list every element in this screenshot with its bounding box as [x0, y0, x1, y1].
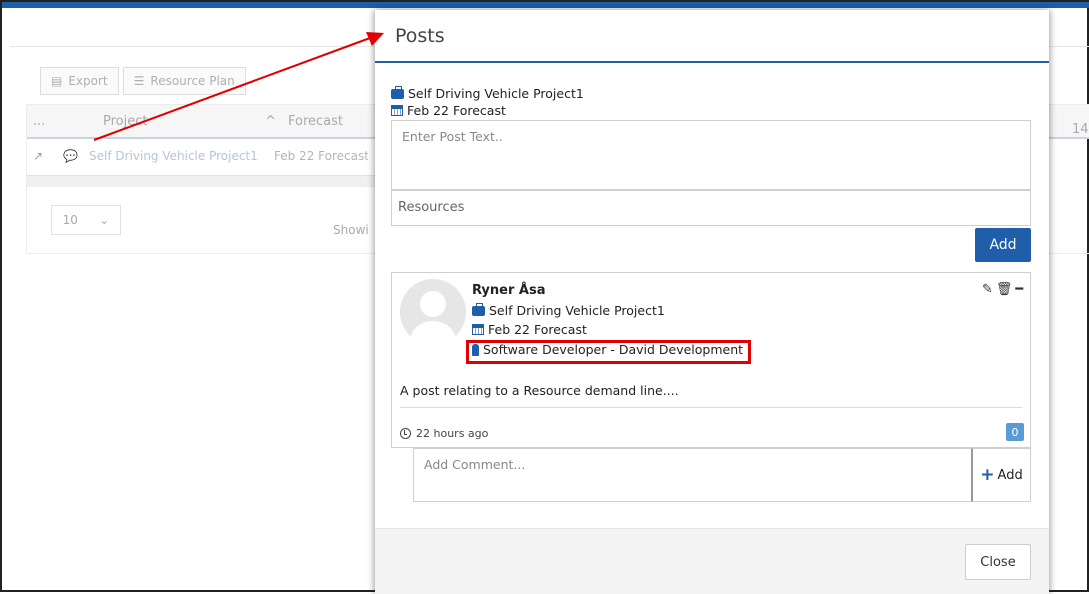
clock-icon	[400, 428, 411, 439]
comments-icon[interactable]: 💬	[57, 149, 83, 163]
post-author: Ryner Åsa	[472, 283, 546, 298]
collapse-icon[interactable]: ━	[1015, 282, 1023, 297]
post-project: Self Driving Vehicle Project1	[472, 302, 665, 318]
row-project[interactable]: Self Driving Vehicle Project1	[83, 149, 268, 163]
resources-input[interactable]: Resources	[391, 190, 1031, 226]
post-project-label: Self Driving Vehicle Project1	[489, 303, 665, 318]
add-post-button[interactable]: Add	[975, 228, 1031, 262]
comment-count-badge[interactable]: 0	[1006, 423, 1024, 441]
briefcase-icon	[391, 85, 404, 99]
calendar-icon	[391, 105, 403, 116]
context-forecast-label: Feb 22 Forecast	[407, 103, 506, 118]
post-time: 22 hours ago	[416, 427, 489, 440]
column-project-label: Project	[103, 113, 148, 129]
grid-toolbar: ▤ Export ☰ Resource Plan	[40, 67, 246, 95]
post-timestamp: 22 hours ago	[400, 427, 488, 440]
sliders-icon: ☰	[133, 74, 145, 88]
post-forecast: Feb 22 Forecast	[472, 322, 587, 337]
post-forecast-label: Feb 22 Forecast	[488, 322, 587, 337]
calendar-icon	[472, 324, 484, 335]
column-header-forecast[interactable]: Forecast	[282, 114, 382, 129]
column-header-project[interactable]: Project ^	[97, 114, 282, 129]
resource-plan-button[interactable]: ☰ Resource Plan	[122, 67, 246, 95]
briefcase-icon	[472, 302, 485, 316]
export-button[interactable]: ▤ Export	[40, 67, 119, 95]
context-project: Self Driving Vehicle Project1	[391, 85, 584, 101]
modal-footer	[375, 528, 1049, 594]
modal-title: Posts	[375, 10, 1049, 63]
post-tools: ✎ 🗑 ━	[982, 282, 1023, 297]
plus-icon: +	[980, 465, 995, 485]
highlight-box	[466, 340, 751, 364]
comment-input[interactable]: Add Comment...	[413, 448, 973, 502]
sort-up-icon: ^	[265, 113, 276, 129]
context-forecast: Feb 22 Forecast	[391, 103, 506, 118]
close-button[interactable]: Close	[965, 544, 1031, 580]
page-size-select[interactable]: 10 ⌄	[51, 205, 121, 235]
row-forecast: Feb 22 Forecast	[274, 149, 368, 163]
post-card: Ryner Åsa Self Driving Vehicle Project1 …	[391, 272, 1031, 448]
add-comment-label: Add	[997, 467, 1023, 483]
post-text-input[interactable]: Enter Post Text..	[391, 120, 1031, 190]
resource-plan-label: Resource Plan	[150, 74, 235, 88]
add-comment-button[interactable]: + Add	[971, 448, 1031, 502]
edit-icon[interactable]: ✎	[982, 282, 993, 297]
context-project-label: Self Driving Vehicle Project1	[408, 86, 584, 101]
horizontal-scrollbar[interactable]	[27, 175, 387, 187]
avatar	[400, 279, 466, 345]
top-accent-bar	[2, 2, 1089, 8]
showing-text: Showi	[333, 223, 369, 237]
page-size-value: 10	[62, 213, 78, 227]
column-number: 14	[1072, 122, 1089, 137]
post-body: A post relating to a Resource demand lin…	[400, 383, 679, 398]
card-divider	[400, 407, 1022, 408]
edit-icon[interactable]: ↗	[27, 149, 57, 163]
grid-menu-column[interactable]: ...	[27, 114, 57, 129]
excel-icon: ▤	[51, 74, 63, 88]
trash-icon[interactable]: 🗑	[996, 282, 1013, 297]
posts-modal: Posts Self Driving Vehicle Project1 Feb …	[375, 10, 1049, 594]
chevron-down-icon: ⌄	[99, 213, 110, 227]
export-label: Export	[68, 74, 108, 88]
